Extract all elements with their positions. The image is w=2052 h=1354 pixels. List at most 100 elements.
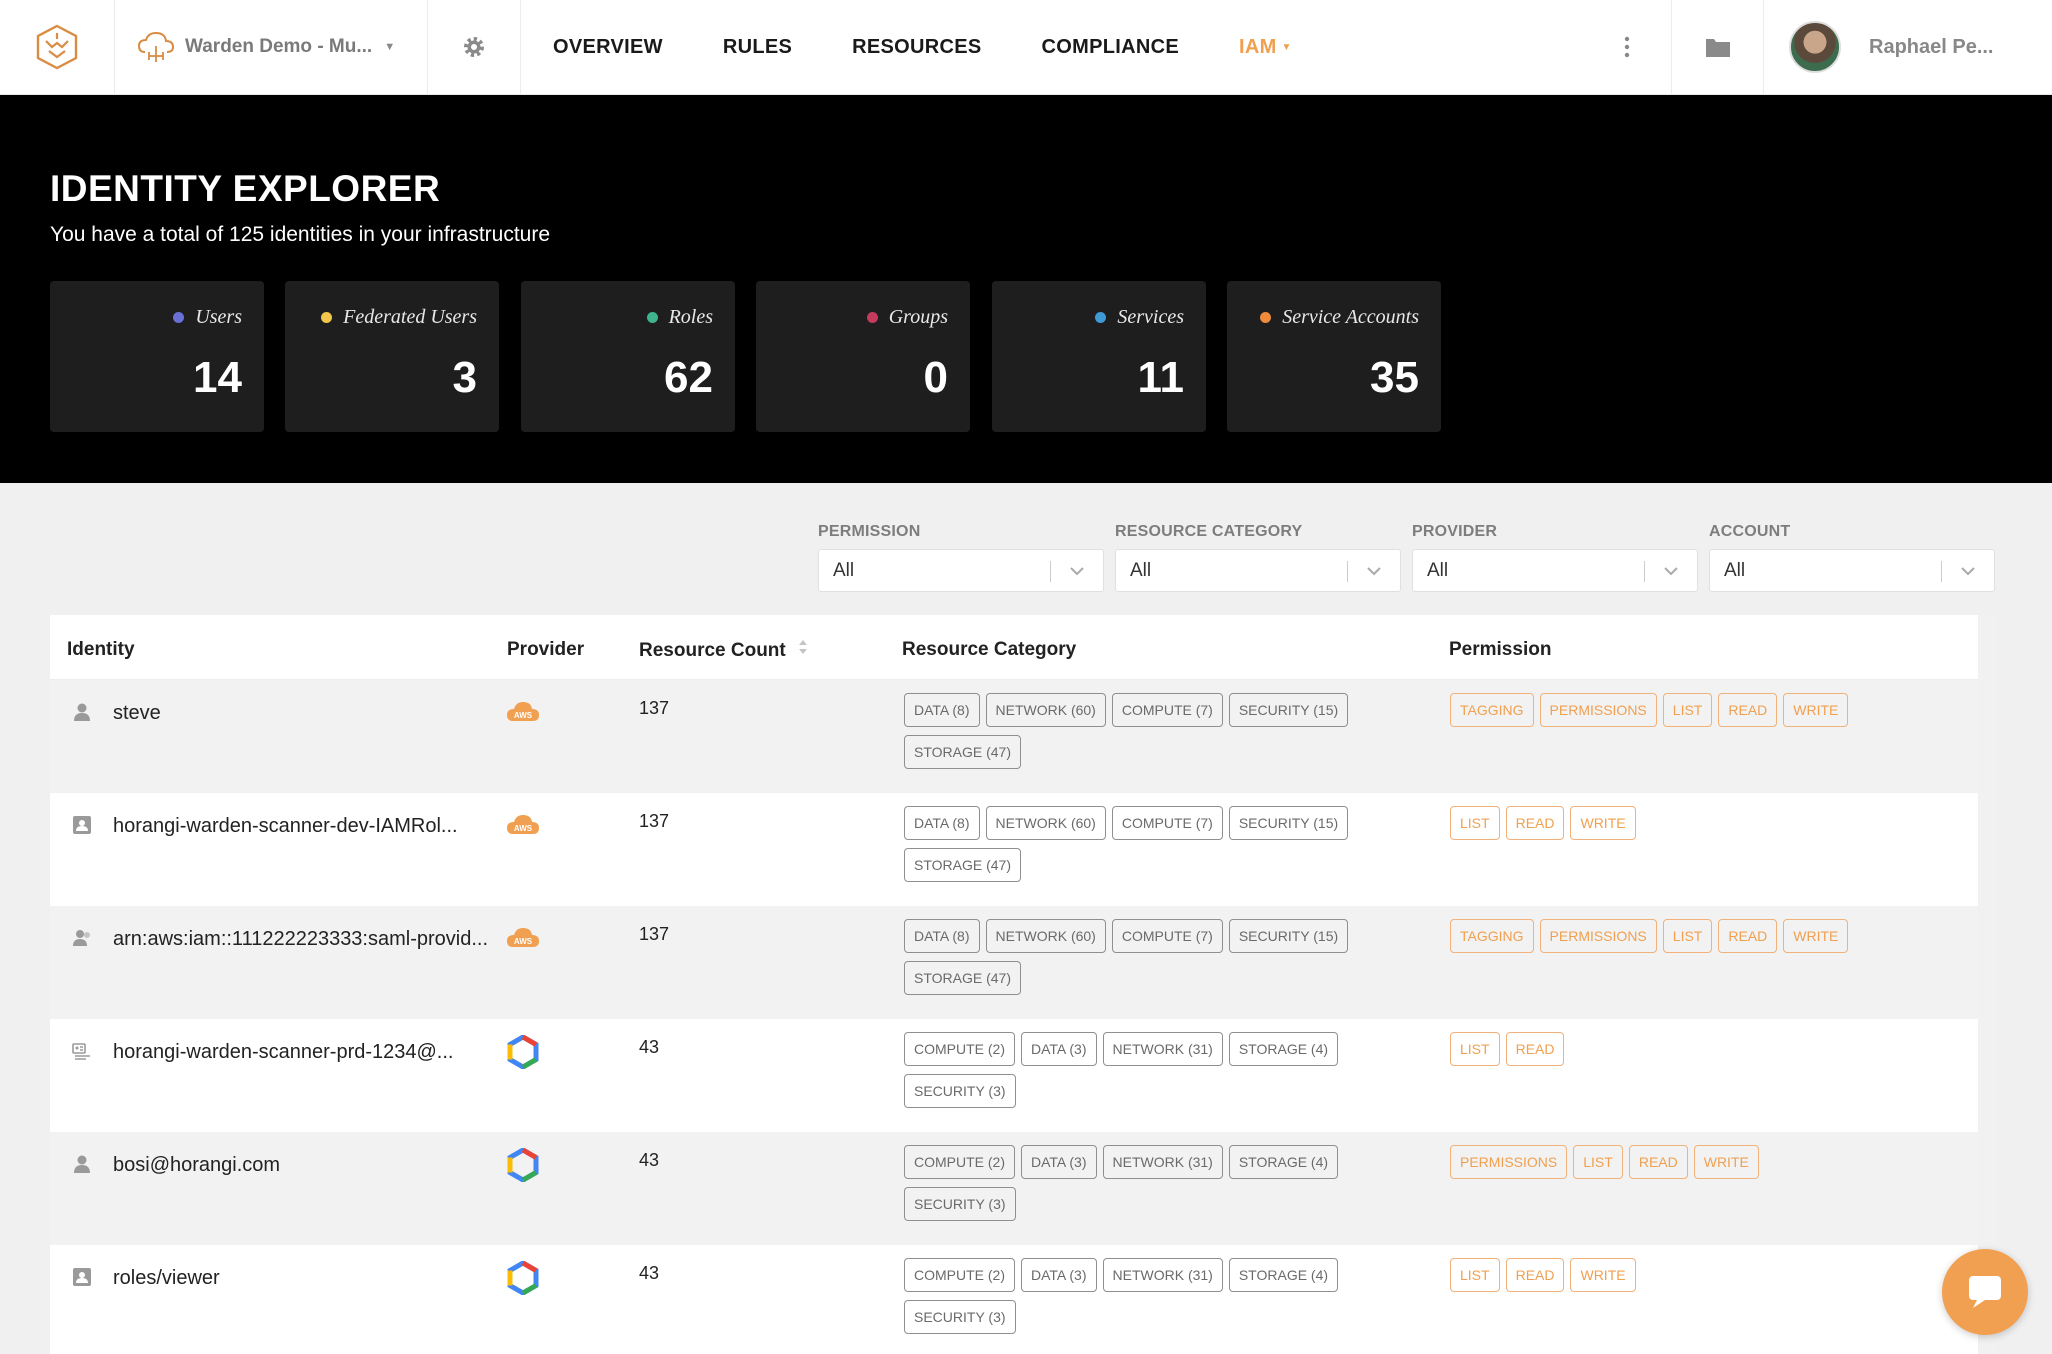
table-row[interactable]: arn:aws:iam::111222223333:saml-provid...… bbox=[50, 906, 1978, 1019]
category-tag[interactable]: COMPUTE (7) bbox=[1111, 919, 1223, 953]
permission-tag[interactable]: READ bbox=[1718, 919, 1778, 953]
category-tag[interactable]: SECURITY (15) bbox=[1228, 806, 1349, 840]
category-tag[interactable]: SECURITY (3) bbox=[904, 1300, 1016, 1334]
stat-card-services[interactable]: Services 11 bbox=[992, 281, 1206, 432]
category-tag[interactable]: DATA (3) bbox=[1021, 1258, 1097, 1292]
permission-tag[interactable]: WRITE bbox=[1783, 919, 1849, 953]
svg-text:AWS: AWS bbox=[514, 711, 533, 720]
nav-compliance[interactable]: COMPLIANCE bbox=[1042, 36, 1179, 59]
column-header-permission[interactable]: Permission bbox=[1449, 639, 1551, 661]
permission-tag[interactable]: READ bbox=[1505, 1258, 1565, 1292]
resource-category-tags: COMPUTE (2) DATA (3) NETWORK (31) STORAGE (… bbox=[904, 1258, 1404, 1342]
permission-tag[interactable]: PERMISSIONS bbox=[1450, 1145, 1568, 1179]
stat-card-users[interactable]: Users 14 bbox=[50, 281, 264, 432]
stat-card-groups[interactable]: Groups 0 bbox=[756, 281, 970, 432]
identity-name[interactable]: steve bbox=[113, 702, 161, 725]
permission-tag[interactable]: LIST bbox=[1450, 806, 1500, 840]
identity-name[interactable]: bosi@horangi.com bbox=[113, 1154, 280, 1177]
category-tag[interactable]: SECURITY (15) bbox=[1228, 919, 1349, 953]
table-row[interactable]: horangi-warden-scanner-dev-IAMRol... AWS 1… bbox=[50, 793, 1978, 906]
permission-tag[interactable]: READ bbox=[1505, 806, 1565, 840]
permission-tag[interactable]: WRITE bbox=[1693, 1145, 1759, 1179]
category-tag[interactable]: SECURITY (15) bbox=[1228, 693, 1349, 727]
permission-tag[interactable]: LIST bbox=[1662, 919, 1713, 953]
identity-name[interactable]: roles/viewer bbox=[113, 1267, 220, 1290]
category-tag[interactable]: STORAGE (47) bbox=[904, 848, 1021, 882]
permission-tag[interactable]: PERMISSIONS bbox=[1539, 919, 1657, 953]
column-header-resource-category[interactable]: Resource Category bbox=[902, 639, 1076, 661]
table-row[interactable]: bosi@horangi.com 43 COMPUTE (2) DATA (3) NET… bbox=[50, 1132, 1978, 1245]
stat-card-service-accounts[interactable]: Service Accounts 35 bbox=[1227, 281, 1441, 432]
category-tag[interactable]: STORAGE (4) bbox=[1228, 1258, 1339, 1292]
category-tag[interactable]: DATA (8) bbox=[904, 919, 980, 953]
category-tag[interactable]: DATA (3) bbox=[1021, 1032, 1097, 1066]
permission-tag[interactable]: WRITE bbox=[1570, 806, 1636, 840]
stat-label-text: Service Accounts bbox=[1282, 306, 1419, 328]
column-header-resource-count[interactable]: Resource Count bbox=[639, 639, 808, 662]
category-tag[interactable]: STORAGE (47) bbox=[904, 735, 1021, 769]
category-tag[interactable]: NETWORK (60) bbox=[985, 806, 1106, 840]
table-row[interactable]: roles/viewer 43 COMPUTE (2) DATA (3) NETWORK… bbox=[50, 1245, 1978, 1354]
category-tag[interactable]: NETWORK (31) bbox=[1102, 1032, 1223, 1066]
account-select[interactable]: All bbox=[1709, 549, 1995, 592]
category-tag[interactable]: NETWORK (31) bbox=[1102, 1258, 1223, 1292]
identity-name[interactable]: arn:aws:iam::111222223333:saml-provid... bbox=[113, 928, 488, 951]
chat-bubble-icon bbox=[1969, 1276, 2001, 1308]
category-tag[interactable]: DATA (8) bbox=[904, 693, 980, 727]
category-tag[interactable]: COMPUTE (7) bbox=[1111, 806, 1223, 840]
category-tag[interactable]: NETWORK (31) bbox=[1102, 1145, 1223, 1179]
category-tag[interactable]: COMPUTE (2) bbox=[904, 1145, 1015, 1179]
identity-name[interactable]: horangi-warden-scanner-prd-1234@... bbox=[113, 1041, 453, 1064]
resource-category-select[interactable]: All bbox=[1115, 549, 1401, 592]
category-tag[interactable]: STORAGE (4) bbox=[1228, 1032, 1339, 1066]
permission-tag[interactable]: READ bbox=[1505, 1032, 1565, 1066]
permission-tag[interactable]: LIST bbox=[1573, 1145, 1623, 1179]
stat-card-roles[interactable]: Roles 62 bbox=[521, 281, 735, 432]
category-tag[interactable]: COMPUTE (2) bbox=[904, 1032, 1015, 1066]
category-tag[interactable]: SECURITY (3) bbox=[904, 1074, 1016, 1108]
nav-iam[interactable]: IAM ▼ bbox=[1239, 36, 1292, 59]
permission-tag[interactable]: READ bbox=[1718, 693, 1778, 727]
scrollbar[interactable] bbox=[1978, 615, 1998, 1354]
permission-tag[interactable]: READ bbox=[1628, 1145, 1688, 1179]
permission-tag[interactable]: TAGGING bbox=[1450, 919, 1534, 953]
category-tag[interactable]: COMPUTE (7) bbox=[1111, 693, 1223, 727]
permission-select[interactable]: All bbox=[818, 549, 1104, 592]
category-tag[interactable]: DATA (8) bbox=[904, 806, 980, 840]
folder-button[interactable] bbox=[1672, 0, 1764, 94]
category-tag[interactable]: COMPUTE (2) bbox=[904, 1258, 1015, 1292]
provider-select[interactable]: All bbox=[1412, 549, 1698, 592]
permission-tag[interactable]: WRITE bbox=[1570, 1258, 1636, 1292]
user-menu[interactable]: Raphael Pe... bbox=[1764, 0, 2052, 94]
project-selector[interactable]: Warden Demo - Mu... ▼ bbox=[115, 0, 428, 94]
category-tag[interactable]: STORAGE (47) bbox=[904, 961, 1021, 995]
filter-label: ACCOUNT bbox=[1709, 523, 1791, 540]
category-tag[interactable]: STORAGE (4) bbox=[1228, 1145, 1339, 1179]
column-header-provider[interactable]: Provider bbox=[507, 639, 584, 661]
category-tag[interactable]: SECURITY (3) bbox=[904, 1187, 1016, 1221]
user-icon bbox=[72, 702, 92, 722]
permission-tag[interactable]: TAGGING bbox=[1450, 693, 1534, 727]
logo-home-link[interactable] bbox=[0, 0, 115, 94]
permission-tag[interactable]: PERMISSIONS bbox=[1539, 693, 1657, 727]
permission-tag[interactable]: LIST bbox=[1450, 1032, 1500, 1066]
nav-overview[interactable]: OVERVIEW bbox=[553, 36, 663, 59]
identity-name[interactable]: horangi-warden-scanner-dev-IAMRol... bbox=[113, 815, 458, 838]
permission-tag[interactable]: LIST bbox=[1450, 1258, 1500, 1292]
table-row[interactable]: steve AWS 137 DATA (8) NETWORK (60) COMPUTE (… bbox=[50, 680, 1978, 793]
category-tag[interactable]: DATA (3) bbox=[1021, 1145, 1097, 1179]
table-row[interactable]: horangi-warden-scanner-prd-1234@... 43 COM… bbox=[50, 1019, 1978, 1132]
category-tag[interactable]: NETWORK (60) bbox=[985, 919, 1106, 953]
nav-resources[interactable]: RESOURCES bbox=[852, 36, 981, 59]
permission-tag[interactable]: LIST bbox=[1662, 693, 1713, 727]
column-header-identity[interactable]: Identity bbox=[67, 639, 135, 661]
category-tag[interactable]: NETWORK (60) bbox=[985, 693, 1106, 727]
stat-value: 3 bbox=[452, 353, 477, 402]
settings-button[interactable] bbox=[428, 0, 521, 94]
nav-rules[interactable]: RULES bbox=[723, 36, 792, 59]
more-options-button[interactable] bbox=[1582, 0, 1672, 94]
select-value: All bbox=[1724, 559, 1746, 581]
chat-support-button[interactable] bbox=[1942, 1249, 2028, 1335]
permission-tag[interactable]: WRITE bbox=[1783, 693, 1849, 727]
stat-card-federated-users[interactable]: Federated Users 3 bbox=[285, 281, 499, 432]
